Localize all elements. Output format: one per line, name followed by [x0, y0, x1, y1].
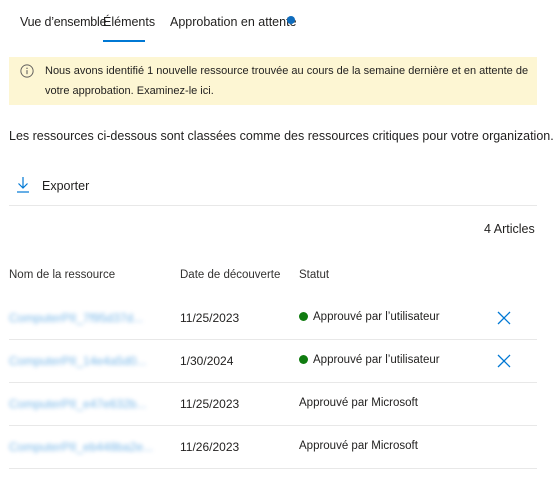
status-cell: Approuvé par l’utilisateur: [299, 354, 440, 366]
status-text: Approuvé par Microsoft: [299, 440, 418, 452]
tab-bar: Vue d’ensemble Éléments Approbation en a…: [0, 0, 554, 44]
column-header-name[interactable]: Nom de la ressource: [9, 269, 115, 281]
notification-badge: [287, 16, 295, 24]
status-text: Approuvé par l’utilisateur: [313, 311, 440, 323]
status-cell: Approuvé par l’utilisateur: [299, 311, 440, 323]
export-label: Exporter: [42, 179, 90, 193]
item-count: 4 Articles: [484, 222, 535, 236]
status-text: Approuvé par l’utilisateur: [313, 354, 440, 366]
download-icon: [17, 177, 29, 193]
tab-overview[interactable]: Vue d’ensemble: [20, 15, 107, 29]
toolbar-divider: [9, 205, 537, 206]
tab-pending-approval[interactable]: Approbation en attente: [170, 15, 297, 29]
resource-name-link[interactable]: ComputerPII_eb448ba2e...: [9, 440, 171, 454]
table-row[interactable]: ComputerPII_e47e632b... 11/25/2023 Appro…: [9, 383, 537, 426]
discovery-date: 1/30/2024: [180, 354, 234, 368]
selected-tab-indicator: [103, 40, 145, 42]
tab-items[interactable]: Éléments: [103, 15, 155, 29]
resource-name-link[interactable]: ComputerPII_14e4a5d0...: [9, 354, 171, 368]
resource-name-link[interactable]: ComputerPII_7f95d37d...: [9, 311, 171, 325]
banner-message[interactable]: Nous avons identifié 1 nouvelle ressourc…: [45, 61, 533, 101]
remove-icon[interactable]: [495, 309, 513, 327]
status-approved-dot: [299, 355, 308, 364]
table-row[interactable]: ComputerPII_7f95d37d... 11/25/2023 Appro…: [9, 297, 537, 340]
column-header-date[interactable]: Date de découverte: [180, 269, 280, 281]
info-icon: [20, 64, 34, 78]
info-banner: Nous avons identifié 1 nouvelle ressourc…: [9, 57, 537, 105]
status-approved-dot: [299, 312, 308, 321]
discovery-date: 11/26/2023: [180, 440, 240, 454]
table-row[interactable]: ComputerPII_eb448ba2e... 11/26/2023 Appr…: [9, 426, 537, 469]
intro-text: Les ressources ci-dessous sont classées …: [9, 129, 554, 143]
column-header-status[interactable]: Statut: [299, 269, 329, 281]
status-text: Approuvé par Microsoft: [299, 397, 418, 409]
remove-icon[interactable]: [495, 352, 513, 370]
resource-name-link[interactable]: ComputerPII_e47e632b...: [9, 397, 171, 411]
table-row[interactable]: ComputerPII_14e4a5d0... 1/30/2024 Approu…: [9, 340, 537, 383]
discovery-date: 11/25/2023: [180, 311, 240, 325]
discovery-date: 11/25/2023: [180, 397, 240, 411]
